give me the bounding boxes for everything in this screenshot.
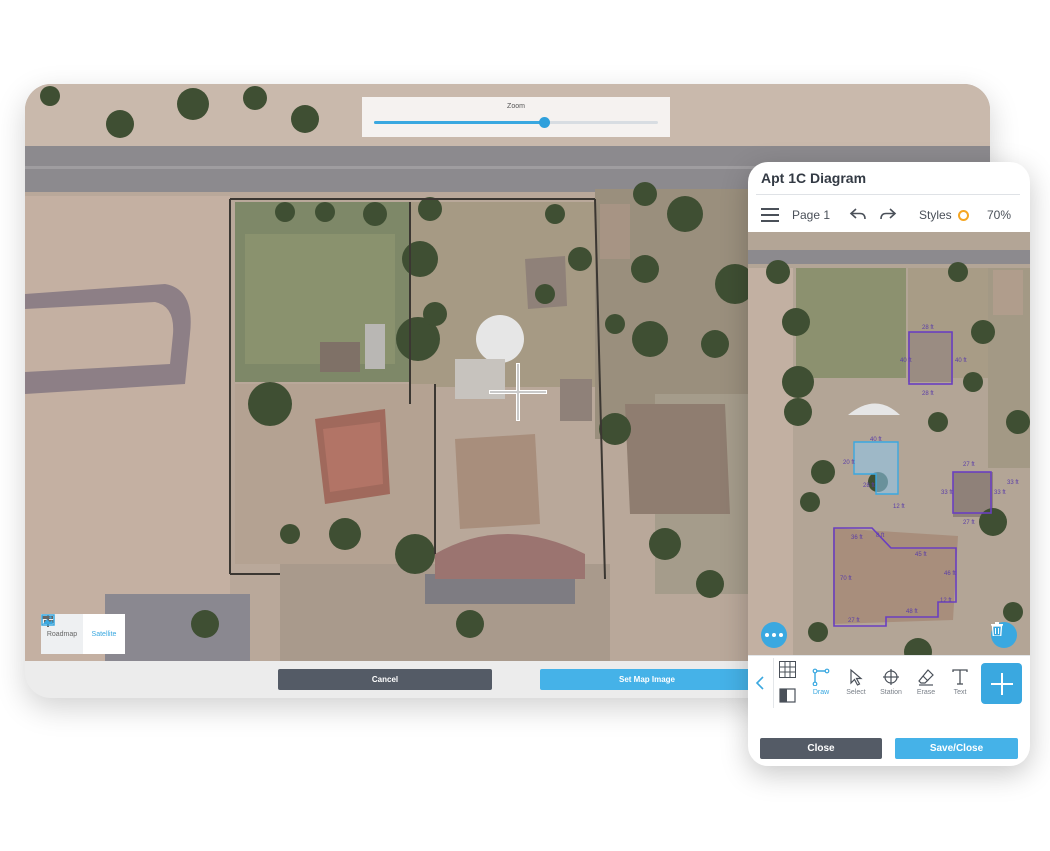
satellite-label: Satellite: [91, 630, 117, 638]
plus-icon: [990, 672, 1013, 695]
tool-bar: Draw Select Station Erase Text: [748, 655, 1030, 710]
draw-tool[interactable]: Draw: [804, 668, 838, 696]
cancel-button[interactable]: Cancel: [278, 669, 492, 690]
layers-icon[interactable]: [779, 687, 796, 704]
dimension-label: 12 ft: [893, 504, 905, 510]
cursor-icon: [850, 668, 863, 686]
dimension-label: 28 ft: [922, 325, 934, 331]
select-tool[interactable]: Select: [839, 668, 873, 696]
zoom-panel: Zoom: [362, 97, 670, 137]
grid-icon[interactable]: [779, 661, 796, 678]
styles-button[interactable]: Styles: [919, 208, 969, 222]
dimension-label: 27 ft: [963, 520, 975, 526]
diagram-satellite-imagery: 28 ft 40 ft 40 ft 28 ft 40 ft 20 ft 28 f…: [748, 232, 1030, 657]
dimension-label: 48 ft: [906, 609, 918, 615]
zoom-slider-fill: [374, 121, 545, 124]
redo-icon[interactable]: [879, 206, 897, 222]
undo-icon[interactable]: [849, 206, 867, 222]
dimension-label: 40 ft: [870, 437, 882, 443]
dimension-label: 33 ft: [1007, 480, 1019, 486]
style-color-indicator: [957, 209, 969, 221]
dimension-label: 46 ft: [944, 571, 956, 577]
diagram-editor-window: Apt 1C Diagram Page 1 Styles 70% 28 ft 4…: [748, 162, 1030, 766]
chevron-left-icon[interactable]: [754, 675, 766, 691]
erase-tool-label: Erase: [916, 689, 936, 696]
dimension-label: 12 ft: [940, 598, 952, 604]
styles-label: Styles: [919, 208, 952, 222]
diagram-title: Apt 1C Diagram: [761, 170, 867, 186]
image-icon: [41, 614, 55, 626]
more-options-button[interactable]: [761, 622, 787, 648]
draw-line-icon: [812, 668, 830, 686]
satellite-button[interactable]: Satellite: [41, 614, 125, 654]
text-tool-label: Text: [953, 689, 967, 696]
page-selector[interactable]: Page 1: [792, 208, 830, 222]
dimension-label: 36 ft: [851, 535, 863, 541]
tool-divider: [773, 658, 774, 708]
text-icon: [952, 669, 968, 685]
zoom-percent[interactable]: 70%: [987, 208, 1011, 222]
map-center-crosshair[interactable]: [487, 361, 549, 423]
screen: Zoom Roadmap Satellite Cancel Set Map Im…: [0, 0, 1050, 851]
set-map-image-button[interactable]: Set Map Image: [540, 669, 754, 690]
station-tool[interactable]: Station: [874, 668, 908, 696]
add-button[interactable]: [981, 663, 1022, 704]
dimension-label: 45 ft: [915, 552, 927, 558]
dimension-label: 8 ft: [876, 533, 885, 539]
save-close-button[interactable]: Save/Close: [895, 738, 1018, 759]
crosshair-icon: [489, 363, 547, 421]
draw-tool-label: Draw: [812, 689, 830, 696]
dimension-label: 27 ft: [963, 462, 975, 468]
roadmap-label: Roadmap: [46, 630, 78, 638]
dimension-label: 33 ft: [994, 490, 1006, 496]
diagram-canvas[interactable]: 28 ft 40 ft 40 ft 28 ft 40 ft 20 ft 28 f…: [748, 232, 1030, 657]
crosshair-icon: [883, 669, 899, 685]
select-tool-label: Select: [846, 689, 866, 696]
zoom-slider[interactable]: [374, 117, 658, 128]
title-divider: [756, 194, 1020, 195]
close-button[interactable]: Close: [760, 738, 882, 759]
dimension-label: 27 ft: [848, 618, 860, 624]
dimension-label: 20 ft: [843, 460, 855, 466]
dimension-label: 33 ft: [941, 490, 953, 496]
delete-button[interactable]: [991, 622, 1017, 648]
map-type-switcher: Roadmap Satellite: [41, 614, 125, 654]
editor-toolbar: Page 1 Styles 70%: [748, 200, 1030, 230]
dimension-label: 70 ft: [840, 576, 852, 582]
text-tool[interactable]: Text: [943, 668, 977, 696]
dimension-label: 28 ft: [922, 391, 934, 397]
eraser-icon: [918, 669, 934, 686]
erase-tool[interactable]: Erase: [909, 668, 943, 696]
zoom-slider-thumb[interactable]: [539, 117, 551, 128]
dimension-label: 40 ft: [900, 358, 912, 364]
zoom-label: Zoom: [507, 103, 525, 110]
trash-icon: [991, 622, 1003, 636]
menu-icon[interactable]: [761, 207, 779, 223]
dimension-label: 28 ft: [863, 483, 875, 489]
dimension-label: 40 ft: [955, 358, 967, 364]
station-tool-label: Station: [880, 689, 902, 696]
